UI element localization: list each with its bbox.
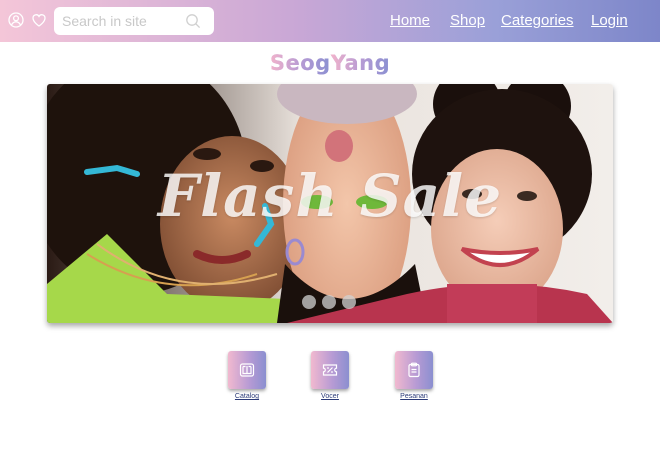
carousel-dot-2[interactable] <box>322 295 336 309</box>
ticket-icon <box>322 364 338 376</box>
book-icon <box>239 363 255 377</box>
nav-link-login[interactable]: Login <box>591 12 628 29</box>
quick-link-voucher[interactable]: Vocer <box>295 351 365 400</box>
hero-banner[interactable]: Flash Sale <box>47 84 613 323</box>
search-input[interactable] <box>54 7 180 35</box>
orders-tile[interactable] <box>395 351 433 389</box>
search-box <box>54 7 214 35</box>
user-icon[interactable] <box>8 12 24 28</box>
quick-link-label[interactable]: Pesanan <box>379 393 449 400</box>
clipboard-icon <box>408 362 420 378</box>
quick-link-label[interactable]: Vocer <box>295 393 365 400</box>
carousel-dot-1[interactable] <box>302 295 316 309</box>
quick-link-orders[interactable]: Pesanan <box>379 351 449 400</box>
quick-link-label[interactable]: Catalog <box>212 393 282 400</box>
carousel-dot-3[interactable] <box>342 295 356 309</box>
hero-title: Flash Sale <box>157 162 503 230</box>
heart-icon[interactable] <box>31 12 47 28</box>
brand-name-part1: Seog <box>269 51 331 75</box>
brand-logo[interactable]: SeogYang <box>0 51 660 75</box>
search-icon[interactable] <box>185 13 201 29</box>
voucher-tile[interactable] <box>311 351 349 389</box>
nav-link-categories[interactable]: Categories <box>501 12 574 29</box>
nav-link-shop[interactable]: Shop <box>450 12 485 29</box>
brand-name-part2: Yang <box>330 51 391 75</box>
top-navbar: Home Shop Categories Login <box>0 0 660 42</box>
quick-link-catalog[interactable]: Catalog <box>212 351 282 400</box>
nav-link-home[interactable]: Home <box>390 12 430 29</box>
catalog-tile[interactable] <box>228 351 266 389</box>
